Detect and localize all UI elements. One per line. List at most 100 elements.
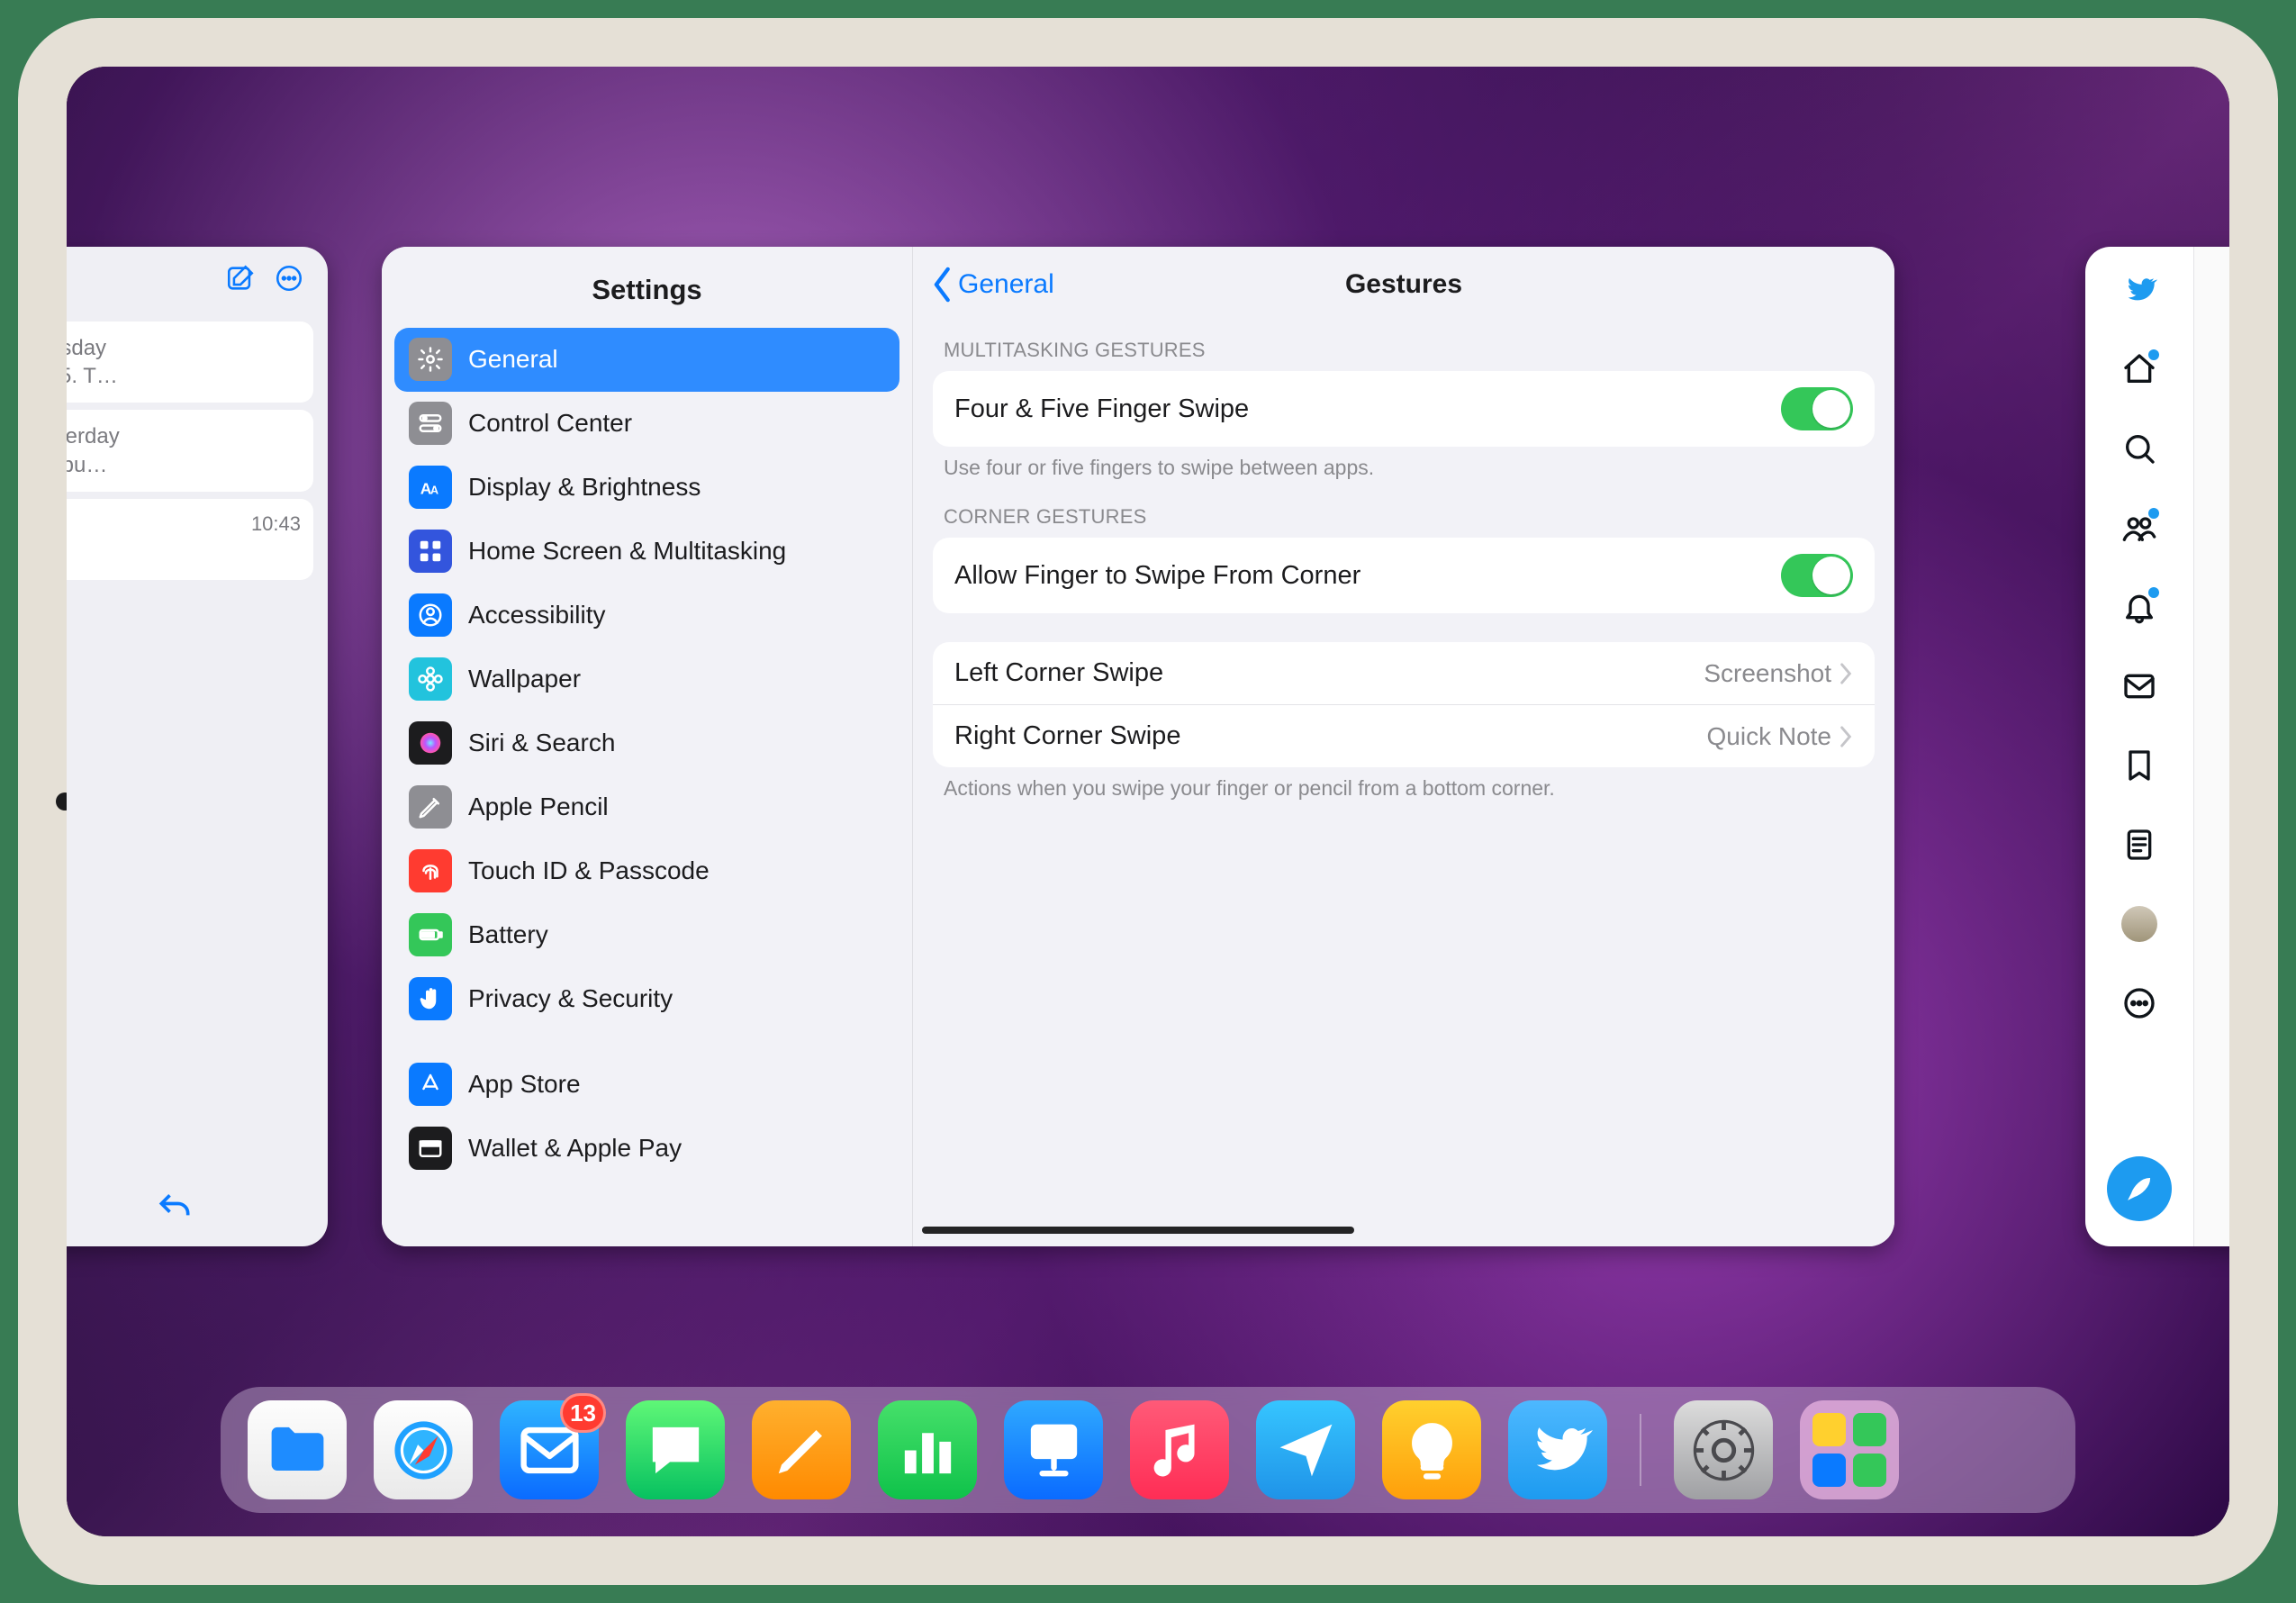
dock-app-twitter[interactable] — [1508, 1400, 1607, 1499]
sidebar-item-label: Display & Brightness — [468, 473, 701, 502]
cell-label: Right Corner Swipe — [954, 721, 1180, 751]
cell-right-corner[interactable]: Right Corner Swipe Quick Note — [933, 704, 1875, 767]
dock-app-keynote[interactable] — [1004, 1400, 1103, 1499]
dock-app-numbers[interactable] — [878, 1400, 977, 1499]
wallet-icon — [409, 1127, 452, 1170]
siri-icon — [409, 721, 452, 765]
sidebar-item-privacy[interactable]: Privacy & Security — [394, 967, 899, 1031]
sidebar-item-siri[interactable]: Siri & Search — [394, 711, 899, 775]
cell-value: Quick Note — [1707, 722, 1854, 751]
cell-label: Four & Five Finger Swipe — [954, 394, 1249, 424]
sidebar-item-label: General — [468, 345, 558, 374]
sidebar-item-home-screen[interactable]: Home Screen & Multitasking — [394, 520, 899, 584]
reply-icon[interactable] — [67, 1189, 328, 1228]
message-preview[interactable]: 10:43 — [67, 499, 313, 580]
hand-icon — [409, 977, 452, 1020]
message-preview[interactable]: sterdayr pu… — [67, 410, 313, 491]
twitter-icon[interactable] — [2121, 272, 2157, 308]
person-icon — [409, 593, 452, 637]
dock-app-music[interactable] — [1130, 1400, 1229, 1499]
sidebar-item-label: App Store — [468, 1070, 581, 1099]
communities-icon[interactable] — [2121, 510, 2157, 546]
dock-app-pages[interactable] — [752, 1400, 851, 1499]
toggle-switch[interactable] — [1781, 387, 1853, 430]
battery-icon — [409, 913, 452, 956]
dock-app-telegram[interactable] — [1256, 1400, 1355, 1499]
cell-value: Screenshot — [1704, 659, 1853, 688]
twitter-content — [2193, 247, 2229, 1246]
sidebar-item-label: Wallet & Apple Pay — [468, 1134, 682, 1163]
screen: esdayl 5. T…sterdayr pu… 10:43 ta Settin… — [67, 67, 2229, 1536]
compose-tweet-button[interactable] — [2107, 1156, 2172, 1221]
cell-left-corner[interactable]: Left Corner Swipe Screenshot — [933, 642, 1875, 704]
sidebar-item-touchid[interactable]: Touch ID & Passcode — [394, 839, 899, 903]
fingerprint-icon — [409, 849, 452, 892]
sidebar-item-label: Accessibility — [468, 601, 605, 629]
back-button[interactable]: General — [931, 267, 1054, 303]
cell-label: Allow Finger to Swipe From Corner — [954, 561, 1360, 591]
settings-sidebar: Settings GeneralControl CenterAADisplay … — [382, 247, 913, 1246]
dock-app-settings[interactable] — [1674, 1400, 1773, 1499]
app-switcher-card-twitter[interactable] — [2085, 247, 2229, 1246]
compose-icon[interactable] — [225, 263, 256, 298]
dock: 13 — [221, 1387, 2075, 1513]
more-icon[interactable] — [2121, 985, 2157, 1021]
message-preview[interactable]: esdayl 5. T… — [67, 322, 313, 403]
sidebar-item-label: Home Screen & Multitasking — [468, 537, 786, 566]
aa-icon: AA — [409, 466, 452, 509]
sidebar-item-label: Privacy & Security — [468, 984, 673, 1013]
sidebar-item-wallet[interactable]: Wallet & Apple Pay — [394, 1117, 899, 1181]
home-icon[interactable] — [2121, 351, 2157, 387]
search-icon[interactable] — [2121, 430, 2157, 466]
sidebar-item-wallpaper[interactable]: Wallpaper — [394, 648, 899, 711]
back-label: General — [958, 269, 1054, 300]
badge: 13 — [560, 1393, 606, 1433]
toggle-switch[interactable] — [1781, 554, 1853, 597]
section-header: CORNER GESTURES — [913, 480, 1894, 538]
gear-icon — [409, 338, 452, 381]
sidebar-item-label: Touch ID & Passcode — [468, 856, 710, 885]
dock-app-tips[interactable] — [1382, 1400, 1481, 1499]
svg-text:A: A — [430, 485, 438, 497]
sidebar-item-control-center[interactable]: Control Center — [394, 392, 899, 456]
cell-label: Left Corner Swipe — [954, 658, 1163, 688]
sidebar-item-accessibility[interactable]: Accessibility — [394, 584, 899, 648]
appstore-icon — [409, 1063, 452, 1106]
flower-icon — [409, 657, 452, 701]
dock-separator — [1640, 1414, 1641, 1486]
dock-app-files[interactable] — [248, 1400, 347, 1499]
messages-icon[interactable] — [2121, 668, 2157, 704]
sidebar-item-appstore[interactable]: App Store — [394, 1053, 899, 1117]
detail-navbar: General Gestures — [913, 247, 1894, 322]
dock-app-safari[interactable] — [374, 1400, 473, 1499]
pencil-icon — [409, 785, 452, 829]
more-icon[interactable] — [274, 263, 304, 298]
section-footer: Actions when you swipe your finger or pe… — [913, 767, 1894, 801]
notifications-icon[interactable] — [2121, 589, 2157, 625]
sidebar-item-general[interactable]: General — [394, 328, 899, 392]
settings-detail: General Gestures MULTITASKING GESTURESFo… — [913, 247, 1894, 1246]
switches-icon — [409, 402, 452, 445]
cell-allow-corner[interactable]: Allow Finger to Swipe From Corner — [933, 538, 1875, 613]
sidebar-item-label: Apple Pencil — [468, 792, 609, 821]
home-indicator[interactable] — [922, 1227, 1354, 1234]
app-switcher-card-messages[interactable]: esdayl 5. T…sterdayr pu… 10:43 ta — [67, 247, 328, 1246]
sidebar-item-battery[interactable]: Battery — [394, 903, 899, 967]
dock-app-messages[interactable] — [626, 1400, 725, 1499]
sidebar-item-label: Battery — [468, 920, 548, 949]
avatar[interactable] — [2121, 906, 2157, 942]
dock-app-mail[interactable]: 13 — [500, 1400, 599, 1499]
sidebar-item-pencil[interactable]: Apple Pencil — [394, 775, 899, 839]
left-heading: ta — [67, 611, 328, 641]
sidebar-item-label: Wallpaper — [468, 665, 581, 693]
sidebar-item-display[interactable]: AA Display & Brightness — [394, 456, 899, 520]
sidebar-item-label: Control Center — [468, 409, 632, 438]
dock-folder[interactable] — [1800, 1400, 1899, 1499]
section-footer: Use four or five fingers to swipe betwee… — [913, 447, 1894, 480]
app-switcher-card-settings[interactable]: Settings GeneralControl CenterAADisplay … — [382, 247, 1894, 1246]
lists-icon[interactable] — [2121, 827, 2157, 863]
cell-four-five-swipe[interactable]: Four & Five Finger Swipe — [933, 371, 1875, 447]
ipad-frame: esdayl 5. T…sterdayr pu… 10:43 ta Settin… — [18, 18, 2278, 1585]
grid-icon — [409, 530, 452, 573]
bookmarks-icon[interactable] — [2121, 747, 2157, 783]
